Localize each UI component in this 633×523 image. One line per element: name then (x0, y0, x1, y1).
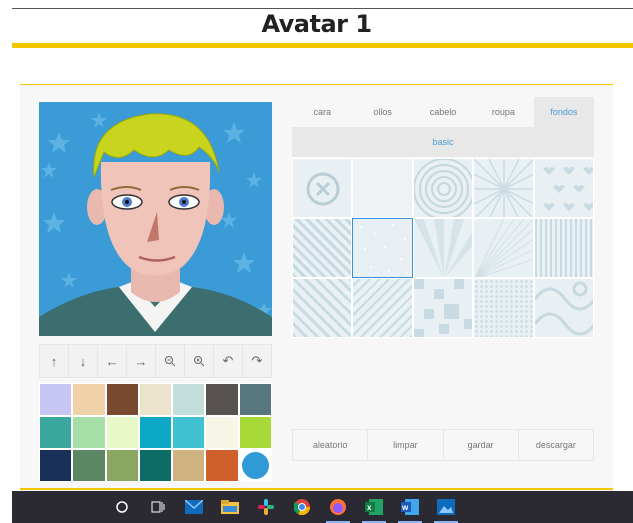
bg-diamonds[interactable] (292, 218, 353, 278)
firefox-icon[interactable] (320, 491, 356, 523)
bg-diagonal-stripes-2[interactable] (352, 278, 413, 338)
save-button[interactable]: gardar (444, 430, 519, 460)
cancel-icon (306, 172, 340, 206)
page-title: Avatar 1 (261, 10, 372, 38)
undo-icon[interactable]: ↶ (214, 345, 243, 377)
bg-rays-dense[interactable] (473, 218, 534, 278)
color-swatch[interactable] (238, 383, 272, 416)
color-swatch[interactable] (172, 449, 206, 482)
title-underline (12, 43, 633, 48)
random-button[interactable]: aleatorio (293, 430, 369, 460)
arrow-down-icon[interactable]: ↓ (69, 345, 98, 377)
background-options (292, 158, 594, 338)
color-swatch[interactable] (172, 383, 206, 416)
color-swatch[interactable] (138, 383, 173, 416)
color-swatch[interactable] (105, 449, 139, 482)
color-swatch[interactable] (72, 383, 106, 416)
bg-concentric-circles[interactable] (412, 158, 474, 218)
selected-color-indicator (241, 452, 269, 479)
search-icon[interactable] (104, 491, 140, 523)
arrow-up-icon[interactable]: ↑ (40, 345, 69, 377)
action-bar: aleatorio limpar gardar descargar (292, 429, 594, 461)
top-divider (12, 8, 633, 9)
word-icon[interactable]: w (392, 491, 428, 523)
color-swatch[interactable] (39, 449, 73, 482)
mail-icon[interactable] (176, 491, 212, 523)
left-pupil (125, 200, 129, 204)
color-swatch[interactable] (205, 383, 239, 416)
slack-icon[interactable] (248, 491, 284, 523)
bg-dots[interactable] (352, 218, 413, 278)
svg-text:w: w (401, 503, 409, 512)
subtab-bar: basic (292, 127, 594, 157)
color-swatch[interactable] (105, 383, 139, 416)
category-tabs: cara ollos cabelo roupa fondos (292, 97, 595, 127)
zoom-out-icon[interactable] (156, 345, 185, 377)
color-swatch[interactable] (238, 416, 272, 449)
tab-cara[interactable]: cara (292, 97, 352, 127)
clear-button[interactable]: limpar (368, 430, 444, 460)
download-button[interactable]: descargar (519, 430, 593, 460)
color-swatch[interactable] (205, 449, 239, 482)
excel-icon[interactable]: x (356, 491, 392, 523)
tab-fondos[interactable]: fondos (533, 97, 595, 127)
color-swatch[interactable] (39, 416, 73, 449)
taskbar: x w (12, 491, 633, 523)
avatar-preview (39, 102, 272, 336)
color-swatch[interactable] (172, 416, 206, 449)
tab-roupa[interactable]: roupa (473, 97, 533, 127)
color-swatch[interactable] (205, 416, 239, 449)
file-explorer-icon[interactable] (212, 491, 248, 523)
color-swatch[interactable] (238, 449, 272, 482)
tab-cabelo[interactable]: cabelo (413, 97, 473, 127)
bg-stripes[interactable] (533, 218, 594, 278)
color-swatch[interactable] (72, 416, 106, 449)
svg-text:x: x (367, 503, 372, 512)
color-palette (39, 383, 272, 482)
color-swatch[interactable] (138, 416, 173, 449)
bg-none[interactable] (292, 158, 353, 218)
bg-rays[interactable] (412, 218, 474, 278)
color-swatch[interactable] (105, 416, 139, 449)
color-swatch[interactable] (72, 449, 106, 482)
tab-ollos[interactable]: ollos (352, 97, 412, 127)
chrome-icon[interactable] (284, 491, 320, 523)
right-pupil (182, 200, 186, 204)
redo-icon[interactable]: ↷ (243, 345, 271, 377)
zoom-in-icon[interactable] (185, 345, 214, 377)
color-swatch[interactable] (39, 383, 73, 416)
bg-swirls[interactable] (533, 278, 594, 338)
task-view-icon[interactable] (140, 491, 176, 523)
bg-hearts[interactable] (533, 158, 594, 218)
color-swatch[interactable] (138, 449, 173, 482)
avatar-toolbar: ↑ ↓ ← → ↶ ↷ (39, 344, 272, 378)
photos-icon[interactable] (428, 491, 464, 523)
arrow-left-icon[interactable]: ← (98, 345, 127, 377)
editor-panel-bottom-border (20, 488, 613, 490)
avatar-illustration (39, 112, 272, 336)
arrow-right-icon[interactable]: → (127, 345, 156, 377)
bg-diagonal-stripes[interactable] (292, 278, 353, 338)
bg-plain[interactable] (352, 158, 413, 218)
bg-pixels[interactable] (412, 278, 474, 338)
bg-sunburst[interactable] (473, 158, 534, 218)
subtab-basic[interactable]: basic (432, 137, 453, 147)
bg-grid-dots[interactable] (473, 278, 534, 338)
page: Avatar 1 ↑ ↓ ← → ↶ ↷ cara ollos cabelo r… (0, 0, 633, 523)
